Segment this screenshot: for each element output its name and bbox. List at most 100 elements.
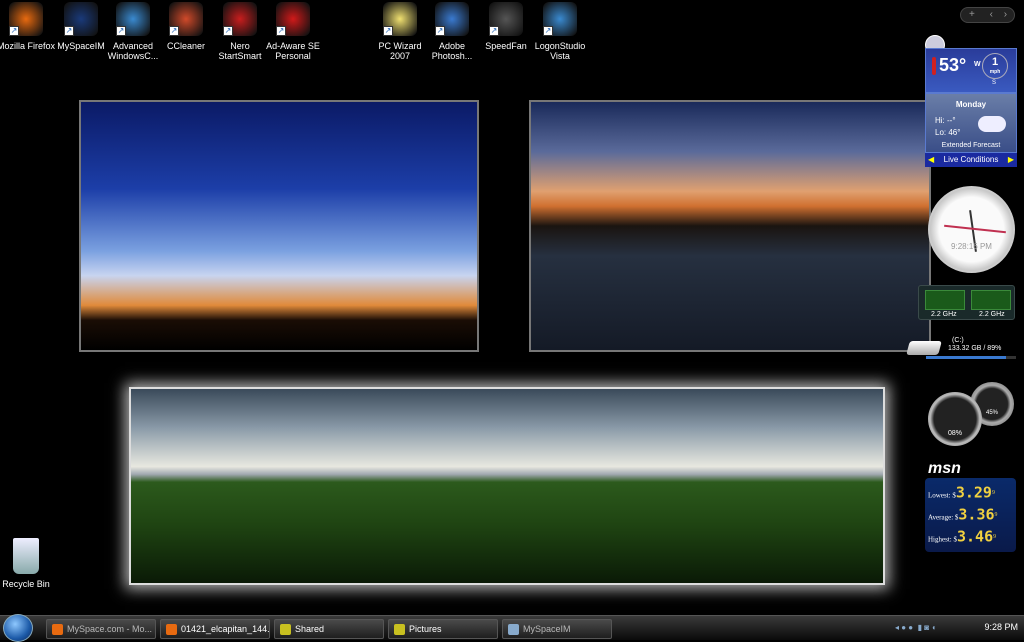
taskbar-app-icon (280, 624, 291, 635)
desktop-icon-label: MySpaceIM (57, 41, 105, 51)
extended-forecast-link[interactable]: Extended Forecast (926, 142, 1016, 149)
cpu-core1-speed: 2.2 GHz (931, 311, 957, 318)
live-conditions-button[interactable]: Live Conditions (944, 155, 999, 164)
ccleaner-icon: ↗ (169, 2, 203, 36)
hard-drive-icon (906, 341, 942, 355)
temperature: 53° (939, 55, 967, 75)
cpu-gauge: 08% (928, 392, 982, 446)
gas-price-row: Highest: $3.469 (928, 527, 997, 546)
desktop-icon[interactable]: ↗ Nero StartSmart (211, 2, 269, 61)
taskbar-app-icon (394, 624, 405, 635)
cpu-core2-graph (971, 290, 1011, 310)
desktop-icon-label: Advanced WindowsC... (107, 41, 159, 61)
clock-gadget[interactable]: 9:28:16 PM (928, 186, 1015, 273)
shortcut-arrow-icon: ↗ (116, 26, 126, 36)
desktop-icon-label: LogonStudio Vista (534, 41, 586, 61)
myspaceim-icon: ↗ (64, 2, 98, 36)
taskbar-clock[interactable]: 9:28 PM (984, 622, 1018, 632)
desktop-icon[interactable]: ↗ CCleaner (157, 2, 215, 51)
desktop-icon-label: SpeedFan (485, 41, 527, 51)
shortcut-arrow-icon: ↗ (543, 26, 553, 36)
desktop-icon-label: PC Wizard 2007 (378, 41, 422, 61)
prev-icon[interactable]: ‹ (990, 9, 993, 20)
taskbar-app-icon (508, 624, 519, 635)
drive-label: (C:) (952, 337, 964, 344)
start-button[interactable] (3, 614, 33, 642)
desktop-icon-label: CCleaner (166, 41, 206, 51)
shortcut-arrow-icon: ↗ (64, 26, 74, 36)
shortcut-arrow-icon: ↗ (489, 26, 499, 36)
desktop-icon-label: Ad-Aware SE Personal (266, 41, 320, 61)
desktop-icon[interactable]: ↗ Advanced WindowsC... (104, 2, 162, 61)
desktop-icon[interactable]: ↗ PC Wizard 2007 (371, 2, 429, 61)
forecast-day: Monday (955, 100, 987, 109)
taskbar-button-label: Pictures (409, 624, 442, 634)
second-hand (944, 224, 1006, 234)
desktop-icon[interactable]: ↗ LogonStudio Vista (531, 2, 589, 61)
drive-usage: 133.32 GB / 89% (948, 345, 1002, 352)
drive-gadget: (C:) 133.32 GB / 89% (906, 335, 1016, 361)
forecast-high: Hi: --° (935, 116, 956, 125)
shortcut-arrow-icon: ↗ (435, 26, 445, 36)
gas-price-row: Average: $3.369 (928, 505, 998, 524)
photoshop-icon: ↗ (435, 2, 469, 36)
shortcut-arrow-icon: ↗ (9, 26, 19, 36)
desktop-icon[interactable]: ↗ Ad-Aware SE Personal (264, 2, 322, 61)
taskbar-button[interactable]: 01421_elcapitan_144... (160, 619, 270, 639)
taskbar-button-label: Shared (295, 624, 325, 634)
taskbar-button-label: 01421_elcapitan_144... (181, 624, 270, 634)
cpu-core1-graph (925, 290, 965, 310)
speedfan-icon: ↗ (489, 2, 523, 36)
desktop-icon-label: Adobe Photosh... (431, 41, 473, 61)
nero-icon: ↗ (223, 2, 257, 36)
wallpaper-photo-sky (79, 100, 479, 352)
cpu-ram-meter-gadget: 45% 08% (926, 382, 1016, 450)
taskbar-app-icon (52, 624, 63, 635)
taskbar-button[interactable]: Shared (274, 619, 384, 639)
cpu-core2-speed: 2.2 GHz (979, 311, 1005, 318)
next-icon[interactable]: › (1004, 9, 1007, 20)
advanced-windowscare-icon: ↗ (116, 2, 150, 36)
gas-price-row: Lowest: $3.299 (928, 483, 995, 502)
thermometer-icon (932, 57, 936, 75)
msn-logo: msn (928, 460, 961, 477)
desktop-icon[interactable]: ↗ Mozilla Firefox (0, 2, 55, 51)
cpu-gadget: 2.2 GHz 2.2 GHz (918, 285, 1015, 320)
shortcut-arrow-icon: ↗ (276, 26, 286, 36)
adaware-icon: ↗ (276, 2, 310, 36)
wallpaper-photo-city (529, 100, 931, 352)
taskbar-button[interactable]: MySpaceIM (502, 619, 612, 639)
drive-usage-bar (926, 356, 1016, 359)
weather-gadget[interactable]: 53° 1 mph W S Monday Hi: --° Lo: 46° Exte… (925, 35, 1017, 168)
wind-compass: 1 mph (982, 53, 1008, 79)
msn-gas-prices-gadget: msn Lowest: $3.299 Average: $3.369 Highest… (925, 460, 1016, 552)
clock-time: 9:28:16 PM (951, 242, 992, 251)
desktop-icon-label: Mozilla Firefox (0, 41, 56, 51)
wind-direction: W (974, 61, 981, 68)
taskbar-app-icon (166, 624, 177, 635)
recycle-bin-label: Recycle Bin (2, 579, 50, 589)
recycle-bin[interactable]: Recycle Bin (0, 538, 55, 589)
taskbar-button-label: MySpaceIM (523, 624, 571, 634)
desktop-icon[interactable]: ↗ Adobe Photosh... (423, 2, 481, 61)
logonstudio-icon: ↗ (543, 2, 577, 36)
prev-view-arrow-icon[interactable]: ◀ (928, 153, 934, 167)
add-gadget-button[interactable]: + (969, 9, 975, 20)
shortcut-arrow-icon: ↗ (383, 26, 393, 36)
pcwizard-icon: ↗ (383, 2, 417, 36)
desktop-icon[interactable]: ↗ MySpaceIM (52, 2, 110, 51)
shortcut-arrow-icon: ↗ (169, 26, 179, 36)
system-tray: ◂ ● ● ▮ ◙ ◖ (895, 623, 937, 632)
desktop-icon[interactable]: ↗ SpeedFan (477, 2, 535, 51)
next-view-arrow-icon[interactable]: ▶ (1008, 153, 1014, 167)
recycle-bin-icon (13, 538, 39, 574)
taskbar-button-label: MySpace.com - Mo... (67, 624, 153, 634)
shortcut-arrow-icon: ↗ (223, 26, 233, 36)
taskbar-button[interactable]: Pictures (388, 619, 498, 639)
forecast-low: Lo: 46° (935, 128, 961, 137)
taskbar: MySpace.com - Mo... 01421_elcapitan_144..… (0, 614, 1024, 642)
taskbar-button[interactable]: MySpace.com - Mo... (46, 619, 156, 639)
rain-cloud-icon (978, 116, 1006, 132)
wallpaper-photo-grass (129, 387, 885, 585)
sidebar-controls: + ‹ › (960, 7, 1015, 23)
